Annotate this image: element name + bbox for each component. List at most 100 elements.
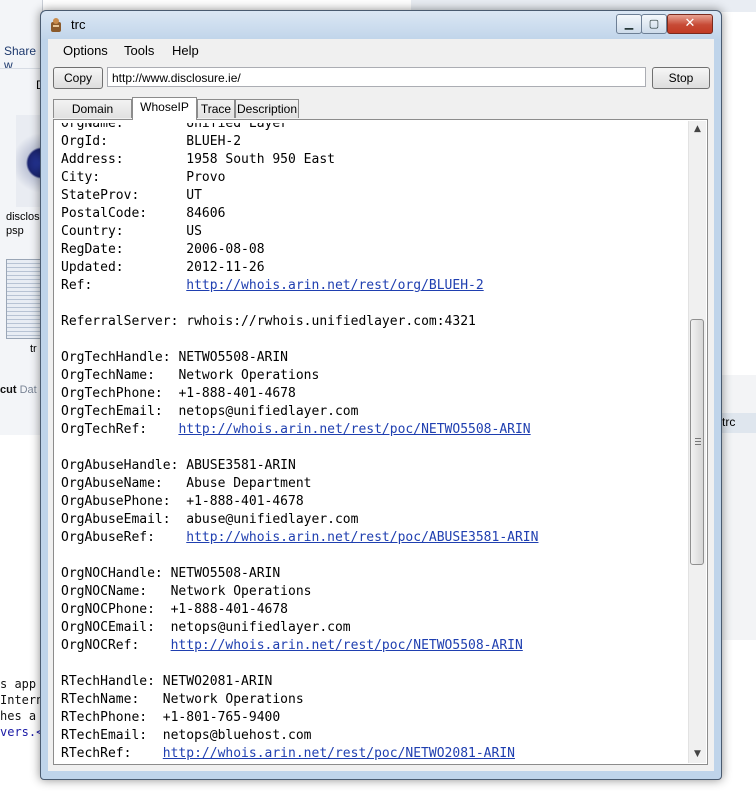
background-column-header: cut Dat — [0, 384, 37, 396]
whois-line: OrgTechName: Network Operations — [61, 367, 319, 385]
whois-key: RegDate: — [61, 242, 124, 257]
whois-value: US — [186, 224, 202, 239]
whois-key: OrgTechName: — [61, 368, 155, 383]
whois-key: OrgNOCEmail: — [61, 620, 155, 635]
whois-ref-link[interactable]: http://whois.arin.net/rest/org/BLUEH-2 — [186, 277, 483, 295]
whois-key: RTechHandle: — [61, 674, 155, 689]
whois-line: OrgAbusePhone: +1-888-401-4678 — [61, 493, 304, 511]
whois-key: RTechName: — [61, 692, 140, 707]
scroll-up-arrow-icon[interactable]: ▲ — [689, 121, 706, 138]
whois-line: OrgTechRef: http://whois.arin.net/rest/po… — [61, 421, 531, 439]
whois-line: OrgAbuseRef: http://whois.arin.net/rest/p… — [61, 529, 538, 547]
whois-value: rwhois://rwhois.unifiedlayer.com:4321 — [186, 314, 476, 329]
whois-value: Network Operations — [178, 368, 320, 383]
close-button[interactable]: ✕ — [667, 14, 713, 34]
whois-key: OrgTechPhone: — [61, 386, 163, 401]
minimize-button[interactable]: ▁ — [616, 14, 642, 34]
copy-button[interactable]: Copy — [53, 67, 103, 89]
whois-line: RegDate: 2006-08-08 — [61, 241, 265, 259]
whois-value: netops@unifiedlayer.com — [170, 620, 351, 635]
whois-key: StateProv: — [61, 188, 140, 203]
whois-line: PostalCode: 84606 — [61, 205, 225, 223]
whois-line: RTechEmail: netops@bluehost.com — [61, 727, 312, 745]
whois-key: PostalCode: — [61, 206, 148, 221]
background-trc-window-tab[interactable]: trc — [716, 413, 756, 433]
whois-key: RTechPhone: — [61, 710, 148, 725]
whois-key: OrgAbuseEmail: — [61, 512, 171, 527]
document-file-icon[interactable] — [6, 259, 44, 339]
whois-text[interactable]: OrgName: Unified Layer OrgId: BLUEH-2 Addres… — [61, 123, 681, 760]
whois-key: OrgTechEmail: — [61, 404, 163, 419]
stop-button[interactable]: Stop — [652, 67, 710, 89]
whois-key: Ref: — [61, 278, 93, 293]
whois-line: OrgNOCRef: http://whois.arin.net/rest/poc… — [61, 637, 523, 655]
app-icon — [51, 18, 61, 32]
whois-key: OrgAbuseRef: — [61, 530, 155, 545]
close-icon: ✕ — [684, 16, 696, 31]
background-explorer-panel: Share w D disclos psp tr cut Dat — [0, 0, 45, 435]
whois-line: Ref: http://whois.arin.net/rest/org/BLUEH… — [61, 277, 484, 295]
whois-line: RTechPhone: +1-801-765-9400 — [61, 709, 280, 727]
whois-line: OrgNOCPhone: +1-888-401-4678 — [61, 601, 288, 619]
scrollbar-thumb[interactable] — [690, 319, 704, 565]
whois-value: Unified Layer — [186, 123, 289, 131]
whois-line: OrgNOCHandle: NETWO5508-ARIN — [61, 565, 280, 583]
whois-ref-link[interactable]: http://whois.arin.net/rest/poc/NETWO5508… — [178, 421, 530, 439]
whois-ref-link[interactable]: http://whois.arin.net/rest/poc/ABUSE3581… — [186, 529, 538, 547]
minimize-icon: ▁ — [624, 17, 634, 30]
whois-value: 84606 — [186, 206, 226, 221]
whois-value: UT — [186, 188, 202, 203]
whois-line: RTechName: Network Operations — [61, 691, 304, 709]
whois-value: NETWO2081-ARIN — [162, 674, 273, 689]
whois-value: +1-801-765-9400 — [162, 710, 281, 725]
menu-options[interactable]: Options — [63, 43, 108, 58]
whois-key: OrgTechHandle: — [61, 350, 171, 365]
whois-key: OrgNOCPhone: — [61, 602, 155, 617]
whois-key: OrgId: — [61, 134, 108, 149]
whois-line: OrgNOCEmail: netops@unifiedlayer.com — [61, 619, 351, 637]
whois-key: OrgTechRef: — [61, 422, 148, 437]
tab-description[interactable]: Description — [235, 99, 299, 118]
maximize-button[interactable]: ▢ — [641, 14, 667, 34]
whois-value: ABUSE3581-ARIN — [186, 458, 296, 473]
whois-line: OrgTechEmail: netops@unifiedlayer.com — [61, 403, 358, 421]
vertical-scrollbar[interactable]: ▲ ▼ — [688, 121, 706, 763]
whois-key: OrgNOCRef: — [61, 638, 140, 653]
whois-key: Address: — [61, 152, 124, 167]
whois-line: OrgAbuseEmail: abuse@unifiedlayer.com — [61, 511, 358, 529]
divider — [0, 68, 42, 69]
whois-line: OrgName: Unified Layer — [61, 123, 288, 133]
whois-value: 2006-08-08 — [186, 242, 265, 257]
window-title: trc — [71, 17, 86, 32]
whois-line: StateProv: UT — [61, 187, 202, 205]
title-bar[interactable]: trc ▁ ▢ ✕ — [41, 11, 721, 39]
whois-line: ReferralServer: rwhois://rwhois.unifiedla… — [61, 313, 476, 331]
whois-line: Address: 1958 South 950 East — [61, 151, 335, 169]
trc-window: trc ▁ ▢ ✕ Options Tools Help Copy http:/… — [40, 10, 722, 780]
whois-ref-link[interactable]: http://whois.arin.net/rest/poc/NETWO2081… — [163, 745, 515, 760]
whois-key: Country: — [61, 224, 124, 239]
whois-key: RTechRef: — [61, 746, 132, 760]
whois-ref-link[interactable]: http://whois.arin.net/rest/poc/NETWO5508… — [171, 637, 523, 655]
tab-domain-whois[interactable]: Domain WhoIs — [53, 99, 132, 134]
menu-help[interactable]: Help — [172, 43, 199, 58]
whois-line: OrgId: BLUEH-2 — [61, 133, 241, 151]
disc-file-icon[interactable] — [16, 115, 42, 207]
whois-value: netops@unifiedlayer.com — [178, 404, 359, 419]
whois-value: BLUEH-2 — [186, 134, 242, 149]
whois-key: OrgName: — [61, 123, 124, 131]
window-client-area: Options Tools Help Copy http://www.discl… — [48, 39, 714, 771]
menu-tools[interactable]: Tools — [124, 43, 154, 58]
whois-line: City: Provo — [61, 169, 225, 187]
tab-whoseip[interactable]: WhoseIP — [132, 97, 197, 120]
whois-value: Network Operations — [170, 584, 312, 599]
file-label-tr: tr — [30, 343, 37, 355]
scroll-down-arrow-icon[interactable]: ▼ — [689, 746, 706, 763]
tab-trace[interactable]: Trace — [197, 99, 235, 118]
whois-value: NETWO5508-ARIN — [178, 350, 289, 365]
whois-key: OrgNOCHandle: — [61, 566, 163, 581]
whois-value: NETWO5508-ARIN — [170, 566, 281, 581]
url-input[interactable]: http://www.disclosure.ie/ — [107, 67, 646, 87]
whois-line: RTechRef: http://whois.arin.net/rest/poc/… — [61, 745, 515, 760]
whois-value: Provo — [186, 170, 226, 185]
